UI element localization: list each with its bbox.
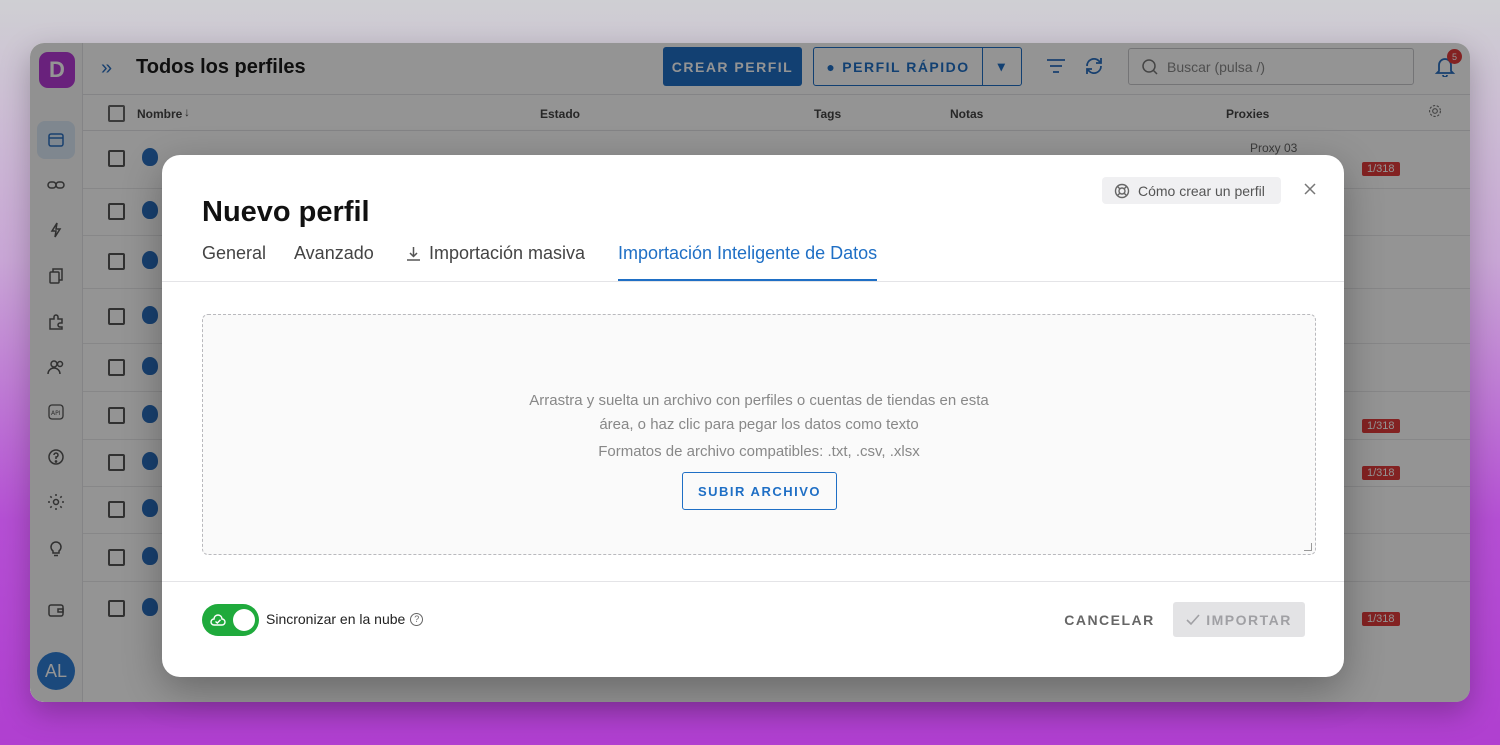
tab-smart-import[interactable]: Importación Inteligente de Datos — [618, 243, 878, 281]
how-to-create-button[interactable]: Cómo crear un perfil — [1102, 177, 1281, 204]
footer-divider — [162, 581, 1344, 582]
modal-title: Nuevo perfil — [202, 196, 370, 228]
cloud-sync-label: Sincronizar en la nube ? — [266, 611, 424, 627]
lifebuoy-icon — [1114, 183, 1130, 198]
tab-advanced[interactable]: Avanzado — [294, 243, 374, 281]
question-icon[interactable]: ? — [410, 612, 424, 626]
check-icon — [1186, 613, 1200, 625]
new-profile-modal: Nuevo perfil Cómo crear un perfil Genera… — [162, 155, 1344, 677]
tab-bulk-import-label: Importación masiva — [429, 243, 586, 263]
import-button[interactable]: IMPORTAR — [1173, 602, 1305, 637]
upload-file-button[interactable]: SUBIR ARCHIVO — [682, 472, 837, 510]
close-icon[interactable] — [1300, 179, 1320, 199]
cloud-sync-text: Sincronizar en la nube — [266, 611, 406, 627]
dropzone-line1: Arrastra y suelta un archivo con perfile… — [529, 392, 989, 409]
dropzone-line2: área, o haz clic para pegar los datos co… — [599, 416, 919, 433]
tabs-divider — [162, 281, 1344, 282]
cloud-sync-toggle[interactable] — [202, 604, 259, 636]
supported-formats: Formatos de archivo compatibles: .txt, .… — [598, 443, 920, 460]
import-label: IMPORTAR — [1206, 611, 1292, 628]
help-label: Cómo crear un perfil — [1138, 182, 1265, 199]
file-dropzone[interactable]: Arrastra y suelta un archivo con perfile… — [202, 314, 1316, 555]
resize-handle[interactable] — [1304, 543, 1312, 551]
cancel-button[interactable]: CANCELAR — [1062, 604, 1157, 636]
toggle-knob — [233, 609, 255, 631]
download-icon — [407, 247, 420, 261]
modal-tabs: General Avanzado Importación masiva Impo… — [202, 243, 1344, 282]
tab-general[interactable]: General — [202, 243, 266, 281]
cloud-check-icon — [210, 614, 226, 626]
tab-bulk-import[interactable]: Importación masiva — [405, 243, 585, 281]
